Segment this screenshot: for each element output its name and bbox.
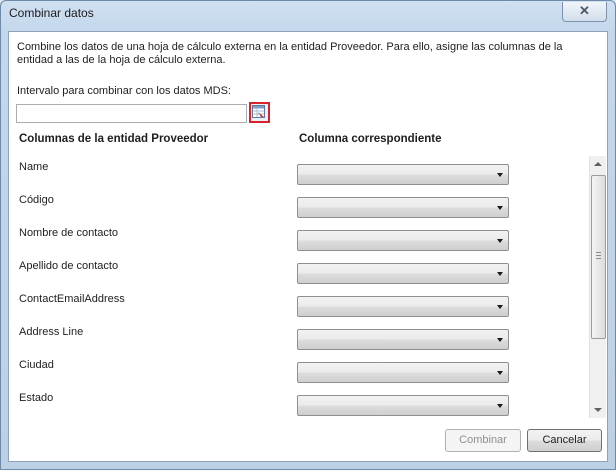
arrow-down-icon <box>594 408 602 412</box>
matching-column-header: Columna correspondiente <box>299 133 442 145</box>
combine-button[interactable]: Combinar <box>445 429 521 452</box>
chevron-down-icon <box>497 305 503 309</box>
chevron-down-icon <box>497 173 503 177</box>
close-icon: ✕ <box>579 3 590 18</box>
row-label: Address Line <box>19 326 84 338</box>
row-label: ContactEmailAddress <box>19 293 125 305</box>
mapping-row: Address Line <box>9 321 589 354</box>
dialog-title: Combinar datos <box>9 6 94 20</box>
range-label: Intervalo para combinar con los datos MD… <box>17 85 231 97</box>
column-dropdown[interactable] <box>297 164 509 185</box>
entity-columns-header: Columnas de la entidad Proveedor <box>19 133 209 145</box>
row-label: Nombre de contacto <box>19 227 119 239</box>
arrow-up-icon <box>594 162 602 166</box>
chevron-down-icon <box>497 272 503 276</box>
column-dropdown[interactable] <box>297 362 509 383</box>
grip-line <box>596 255 601 256</box>
mapping-row: Name <box>9 156 589 189</box>
column-dropdown[interactable] <box>297 263 509 284</box>
row-label: Ciudad <box>19 359 54 371</box>
chevron-down-icon <box>497 206 503 210</box>
dialog-body: Combine los datos de una hoja de cálculo… <box>8 31 608 462</box>
close-button[interactable]: ✕ <box>562 2 607 22</box>
mapping-row: ContactEmailAddress <box>9 288 589 321</box>
row-label: Apellido de contacto <box>19 260 119 272</box>
vertical-scrollbar[interactable] <box>589 156 606 418</box>
range-picker-icon <box>252 105 265 118</box>
range-picker-button[interactable] <box>249 102 270 123</box>
mapping-row: Ciudad <box>9 354 589 387</box>
grip-line <box>596 258 601 259</box>
cancel-button[interactable]: Cancelar <box>527 429 602 452</box>
scroll-up-button[interactable] <box>590 156 606 172</box>
chevron-down-icon <box>497 371 503 375</box>
range-input[interactable] <box>16 104 247 123</box>
mapping-row: Código <box>9 189 589 222</box>
column-dropdown[interactable] <box>297 329 509 350</box>
chevron-down-icon <box>497 338 503 342</box>
chevron-down-icon <box>497 404 503 408</box>
mapping-row: Apellido de contacto <box>9 255 589 288</box>
mapping-row: Nombre de contacto <box>9 222 589 255</box>
column-dropdown[interactable] <box>297 197 509 218</box>
column-dropdown[interactable] <box>297 230 509 251</box>
grip-line <box>596 252 601 253</box>
column-dropdown[interactable] <box>297 296 509 317</box>
title-bar: Combinar datos ✕ <box>1 1 615 29</box>
chevron-down-icon <box>497 239 503 243</box>
description-text: Combine los datos de una hoja de cálculo… <box>17 41 563 66</box>
mapping-row: Estado <box>9 387 589 416</box>
row-label: Estado <box>19 392 54 404</box>
mapping-list: Name Código Nombre de contacto Apellido … <box>9 156 589 416</box>
row-label: Name <box>19 161 49 173</box>
scroll-thumb[interactable] <box>591 175 606 339</box>
column-dropdown[interactable] <box>297 395 509 416</box>
scroll-down-button[interactable] <box>590 402 606 418</box>
row-label: Código <box>19 194 54 206</box>
dialog-window: Combinar datos ✕ Combine los datos de un… <box>0 0 616 470</box>
